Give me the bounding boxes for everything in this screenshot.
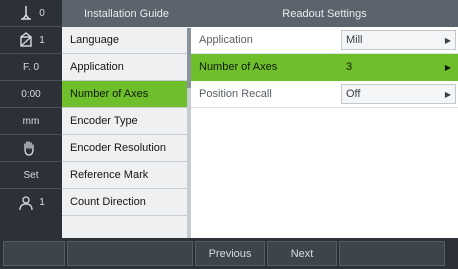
menu-item-label: Encoder Resolution — [70, 142, 167, 154]
setting-value: 3 — [346, 61, 353, 73]
menu-item-encoder-type[interactable]: Encoder Type — [62, 108, 191, 135]
softkey-1[interactable] — [3, 241, 65, 266]
status-tool-value: 0 — [39, 7, 45, 19]
setting-label: Application — [199, 34, 253, 46]
menu-item-number-of-axes[interactable]: Number of Axes — [62, 81, 201, 108]
readout-settings-panel: Readout Settings Application Mill ▶ Numb… — [191, 0, 458, 238]
caret-right-icon: ▶ — [444, 62, 451, 72]
dro-screen: 0 1 F. 0 0:00 mm Set 1 Installation Guid… — [0, 0, 458, 269]
menu-item-encoder-resolution[interactable]: Encoder Resolution — [62, 135, 191, 162]
status-bar: 0 1 F. 0 0:00 mm Set 1 — [0, 0, 62, 238]
status-feed[interactable]: F. 0 — [0, 54, 62, 81]
softkey-5[interactable] — [339, 241, 445, 266]
setting-row-number-of-axes[interactable]: Number of Axes 3 ▶ — [191, 54, 458, 81]
menu-item-language[interactable]: Language — [62, 27, 191, 54]
menu-item-label: Reference Mark — [70, 169, 149, 181]
menu-item-application[interactable]: Application — [62, 54, 191, 81]
status-timer[interactable]: 0:00 — [0, 81, 62, 108]
status-user-value: 1 — [39, 197, 45, 208]
previous-label: Previous — [208, 247, 252, 260]
setting-row-application[interactable]: Application Mill ▶ — [191, 27, 458, 54]
setting-value-select[interactable]: 3 ▶ — [341, 57, 456, 77]
softkey-2[interactable] — [67, 241, 193, 266]
setting-value: Mill — [346, 34, 363, 46]
menu-item-label: Language — [70, 34, 119, 46]
menu-item-label: Number of Axes — [70, 88, 149, 100]
setting-value: Off — [346, 88, 361, 100]
status-tool[interactable]: 0 — [0, 0, 62, 27]
status-feed-value: F. 0 — [22, 61, 40, 73]
setting-label: Number of Axes — [199, 61, 278, 73]
status-units[interactable]: mm — [0, 108, 62, 135]
installation-guide-menu: Installation Guide Language Application … — [62, 0, 201, 238]
menu-item-count-direction[interactable]: Count Direction — [62, 189, 191, 216]
hand-icon — [20, 139, 38, 157]
caret-right-icon: ▶ — [444, 89, 451, 99]
setting-row-position-recall[interactable]: Position Recall Off ▶ — [191, 81, 458, 108]
caret-right-icon: ▶ — [444, 35, 451, 45]
menu-title: Installation Guide — [62, 0, 191, 27]
settings-title: Readout Settings — [191, 0, 458, 27]
status-user[interactable]: 1 — [0, 189, 62, 216]
user-icon — [17, 194, 35, 212]
menu-item-label: Count Direction — [70, 196, 146, 208]
datum-icon — [17, 31, 35, 49]
status-datum-value: 1 — [39, 34, 45, 46]
setting-value-select[interactable]: Mill ▶ — [341, 30, 456, 50]
next-button[interactable]: Next — [267, 241, 337, 266]
menu-item-reference-mark[interactable]: Reference Mark — [62, 162, 191, 189]
status-datum[interactable]: 1 — [0, 27, 62, 54]
status-units-value: mm — [22, 115, 40, 127]
status-hand[interactable] — [0, 135, 62, 162]
menu-item-label: Application — [70, 61, 124, 73]
tool-icon — [17, 4, 35, 22]
setting-value-select[interactable]: Off ▶ — [341, 84, 456, 104]
status-set-value: Set — [23, 169, 39, 181]
previous-button[interactable]: Previous — [195, 241, 265, 266]
softkey-bar: Previous Next — [0, 238, 458, 269]
next-label: Next — [290, 247, 314, 260]
status-timer-value: 0:00 — [21, 88, 41, 100]
setting-label: Position Recall — [199, 88, 272, 100]
menu-item-label: Encoder Type — [70, 115, 138, 127]
status-set[interactable]: Set — [0, 162, 62, 189]
